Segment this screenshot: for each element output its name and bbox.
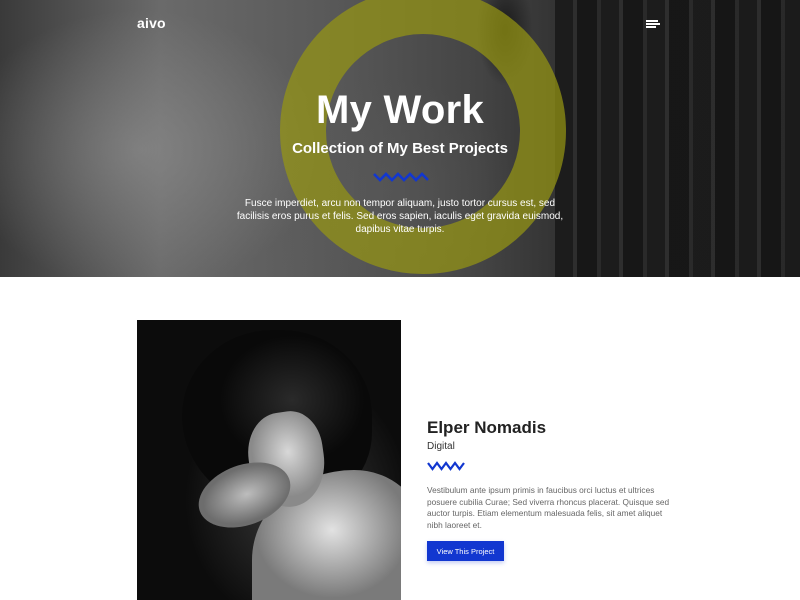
zigzag-divider-icon [427, 461, 465, 471]
project-title: Elper Nomadis [427, 418, 547, 437]
project-description: Vestibulum ante ipsum primis in faucibus… [427, 485, 670, 530]
page-subtitle: Collection of My Best Projects [292, 140, 508, 157]
view-project-button[interactable]: View This Project [427, 541, 504, 561]
brand-logo[interactable]: aivo [137, 15, 166, 31]
page-title: My Work [315, 88, 485, 132]
hero-description: Fusce imperdiet, arcu non tempor aliquam… [236, 198, 564, 235]
project-category: Digital [427, 441, 455, 452]
zigzag-divider-icon [373, 172, 429, 182]
hero-section: aivo My Work Collection of My Best Proje… [0, 0, 800, 277]
hero-background-curtain [555, 0, 800, 277]
project-image[interactable] [137, 320, 401, 600]
hamburger-menu-icon[interactable] [646, 18, 662, 30]
